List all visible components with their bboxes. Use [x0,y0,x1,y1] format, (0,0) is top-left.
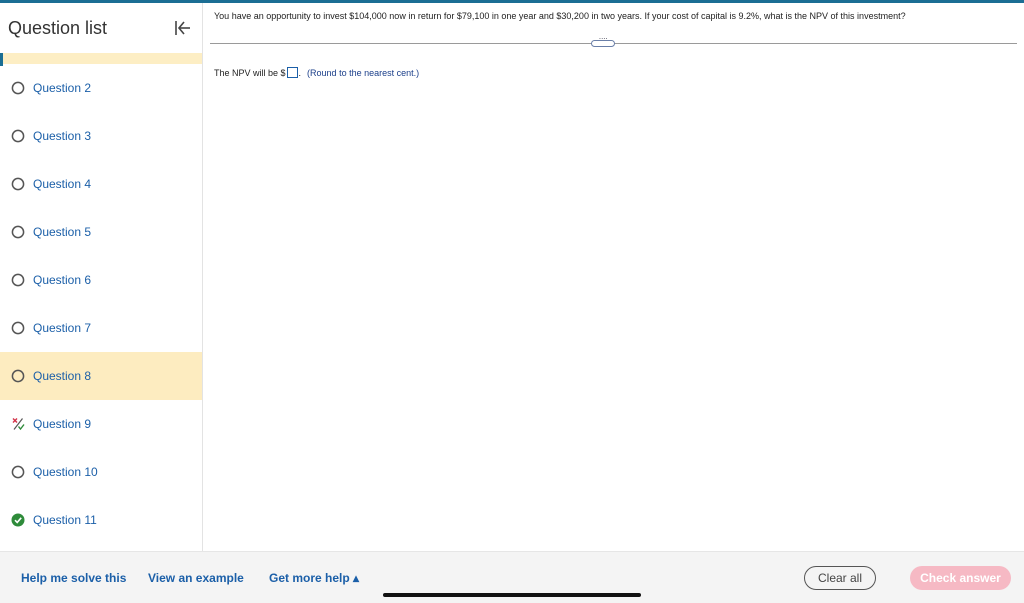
circle-outline-icon [11,369,25,383]
view-example-link[interactable]: View an example [148,571,244,585]
sidebar-title: Question list [8,18,108,38]
rounding-note: (Round to the nearest cent.) [307,67,420,78]
home-indicator [383,593,641,597]
answer-suffix: . [298,67,302,78]
question-item-10[interactable]: Question 10 [0,448,202,496]
question-item-11[interactable]: Question 11 [0,496,202,544]
partial-credit-icon [11,417,25,431]
circle-outline-icon [11,321,25,335]
question-label: Question 3 [33,129,92,143]
circle-outline-icon [11,129,25,143]
question-text: You have an opportunity to invest $104,0… [214,11,906,21]
question-panel: You have an opportunity to invest $104,0… [203,3,1024,551]
question-label: Question 11 [33,513,97,527]
question-label: Question 7 [33,321,92,335]
collapse-left-icon [175,21,190,35]
question-item-5[interactable]: Question 5 [0,208,202,256]
question-item-9[interactable]: Question 9 [0,400,202,448]
question-item-3[interactable]: Question 3 [0,112,202,160]
get-more-help-link[interactable]: Get more help ▴ [269,571,359,585]
question-label: Question 4 [33,177,92,191]
circle-outline-icon [11,81,25,95]
question-list: Question 2 Question 3 Question 4 Questio… [0,64,202,544]
circle-outline-icon [11,273,25,287]
previous-question-partial-row[interactable] [0,53,202,64]
question-label: Question 2 [33,81,92,95]
question-item-7[interactable]: Question 7 [0,304,202,352]
help-me-solve-link[interactable]: Help me solve this [21,571,126,585]
sidebar-header: Question list [0,3,202,53]
question-label: Question 10 [33,465,98,479]
question-label: Question 6 [33,273,92,287]
answer-prefix: The NPV will be $ [214,67,286,78]
clear-all-button[interactable]: Clear all [804,566,876,590]
answer-input[interactable] [286,67,298,78]
circle-outline-icon [11,177,25,191]
question-item-8-current[interactable]: Question 8 [0,352,202,400]
question-item-6[interactable]: Question 6 [0,256,202,304]
expand-question-button[interactable]: ···· [591,34,615,47]
question-list-sidebar: Question list Question 2 Question 3 Ques… [0,3,203,551]
answer-line: The NPV will be $ . (Round to the neares… [214,67,419,78]
collapse-sidebar-button[interactable] [172,18,194,38]
ellipsis-icon: ···· [598,34,608,43]
question-label: Question 8 [33,369,92,383]
question-item-4[interactable]: Question 4 [0,160,202,208]
question-label: Question 9 [33,417,92,431]
check-circle-icon [11,513,25,527]
question-label: Question 5 [33,225,92,239]
circle-outline-icon [11,225,25,239]
question-item-2[interactable]: Question 2 [0,64,202,112]
check-answer-button[interactable]: Check answer [910,566,1011,590]
circle-outline-icon [11,465,25,479]
